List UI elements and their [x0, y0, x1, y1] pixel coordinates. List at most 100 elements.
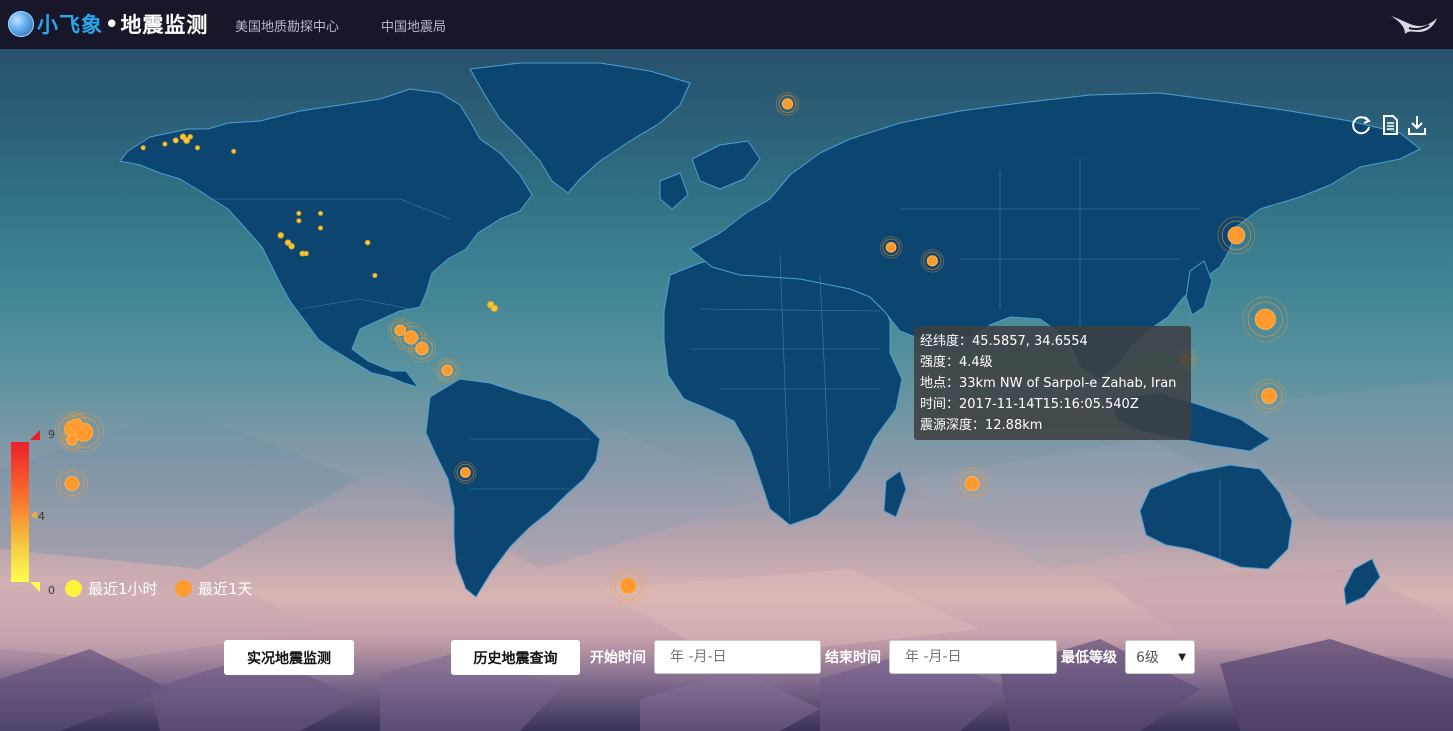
quake-marker[interactable]	[318, 210, 324, 216]
quake-dot[interactable]	[140, 145, 146, 151]
quake-dot[interactable]	[415, 341, 429, 356]
tooltip-magnitude: 强度：4.4级	[920, 355, 993, 370]
quake-marker[interactable]	[1251, 378, 1287, 413]
orange-dot-icon	[175, 580, 192, 597]
quake-marker[interactable]	[277, 232, 284, 239]
quake-dot[interactable]	[64, 475, 80, 492]
tooltip-time: 时间：2017-11-14T15:16:05.540Z	[920, 397, 1139, 412]
quake-marker[interactable]	[288, 243, 295, 250]
legend-last-hour-label: 最近1小时	[88, 580, 158, 598]
quake-dot[interactable]	[303, 250, 309, 257]
yellow-dot-icon	[65, 580, 82, 597]
legend-last-day[interactable]: 最近1天	[175, 578, 253, 599]
quake-dot[interactable]	[172, 137, 179, 144]
scandinavia-landmass	[691, 140, 761, 190]
quake-marker[interactable]	[140, 145, 146, 151]
quake-dot[interactable]	[231, 148, 237, 154]
start-date-label: 开始时间	[590, 650, 646, 666]
quake-marker[interactable]	[956, 467, 989, 500]
brand-name-primary: 小飞象	[37, 13, 103, 37]
document-icon[interactable]	[1379, 114, 1401, 136]
quake-dot[interactable]	[318, 225, 324, 231]
quake-marker[interactable]	[435, 358, 460, 383]
quake-marker[interactable]	[172, 137, 179, 144]
quake-marker[interactable]	[296, 218, 302, 224]
quake-marker[interactable]	[303, 250, 309, 257]
new-zealand-landmass	[1343, 558, 1381, 606]
quake-dot[interactable]	[1260, 387, 1278, 404]
nav-link-cea[interactable]: 中国地震局	[381, 16, 446, 35]
quake-dot[interactable]	[619, 577, 637, 595]
british-isles-landmass	[659, 172, 689, 210]
map-stage: 经纬度：45.5857, 34.6554 强度：4.4级 地点：33km NW …	[0, 49, 1453, 731]
tooltip-coordinates: 经纬度：45.5857, 34.6554	[920, 334, 1088, 349]
quake-dot[interactable]	[296, 218, 302, 224]
live-monitor-button[interactable]: 实况地震监测	[224, 640, 354, 675]
south-america-landmass	[425, 378, 601, 598]
earthquake-tooltip: 经纬度：45.5857, 34.6554 强度：4.4级 地点：33km NW …	[914, 326, 1191, 440]
tooltip-place: 地点：33km NW of Sarpol-e Zahab, Iran	[920, 376, 1177, 391]
legend-last-hour[interactable]: 最近1小时	[65, 578, 158, 599]
scale-mid-label: 4	[38, 510, 45, 523]
brand-name-secondary: 地震监测	[120, 13, 209, 37]
chevron-down-icon: ▼	[1178, 652, 1186, 663]
quake-dot[interactable]	[372, 272, 378, 278]
quake-dot[interactable]	[1254, 308, 1277, 330]
quake-marker[interactable]	[55, 467, 89, 500]
quake-dot[interactable]	[318, 210, 324, 216]
quake-marker[interactable]	[775, 92, 800, 116]
quake-dot[interactable]	[194, 145, 200, 151]
scale-min-handle-icon[interactable]	[30, 582, 40, 592]
quake-marker[interactable]	[490, 304, 499, 312]
legend-last-day-label: 最近1天	[198, 580, 253, 598]
quake-marker[interactable]	[372, 272, 378, 278]
end-date-label: 结束时间	[825, 650, 881, 666]
quake-marker[interactable]	[194, 145, 200, 151]
quake-dot[interactable]	[66, 433, 78, 446]
quake-dot[interactable]	[288, 243, 295, 250]
magnitude-color-scale[interactable]	[11, 442, 29, 582]
quake-dot[interactable]	[885, 241, 897, 253]
quake-marker[interactable]	[296, 210, 302, 216]
quake-marker[interactable]	[318, 225, 324, 231]
quake-marker[interactable]	[231, 148, 237, 154]
quake-dot[interactable]	[781, 98, 794, 110]
brand-separator: •	[105, 12, 119, 36]
quake-dot[interactable]	[162, 141, 168, 147]
site-logo[interactable]: 小飞象 • 地震监测	[8, 9, 208, 39]
north-america-landmass	[119, 88, 533, 388]
nav-link-usgs[interactable]: 美国地质勘探中心	[235, 16, 339, 35]
quake-marker[interactable]	[162, 141, 168, 147]
quake-dot[interactable]	[441, 364, 454, 377]
scale-mid-marker-icon	[30, 511, 37, 519]
min-level-select[interactable]: 6级 ▼	[1125, 640, 1195, 674]
scale-max-handle-icon[interactable]	[30, 430, 40, 440]
quake-dot[interactable]	[926, 255, 938, 267]
quake-marker[interactable]	[610, 567, 647, 604]
quake-dot[interactable]	[277, 232, 284, 239]
download-icon[interactable]	[1406, 114, 1428, 136]
quake-marker[interactable]	[1242, 296, 1289, 343]
quake-dot[interactable]	[364, 239, 371, 246]
min-level-label: 最低等级	[1061, 650, 1117, 666]
bird-logo-icon[interactable]	[1389, 12, 1439, 38]
start-date-input[interactable]	[654, 640, 821, 674]
quake-dot[interactable]	[964, 475, 980, 492]
quake-dot[interactable]	[1227, 226, 1246, 245]
quake-dot[interactable]	[187, 134, 193, 140]
globe-icon	[8, 11, 34, 37]
quake-marker[interactable]	[364, 239, 371, 246]
quake-dot[interactable]	[459, 467, 471, 478]
quake-dot[interactable]	[69, 418, 83, 432]
madagascar-landmass	[883, 470, 907, 518]
tooltip-depth: 震源深度：12.88km	[920, 418, 1043, 433]
quake-dot[interactable]	[490, 304, 499, 312]
quake-dot[interactable]	[403, 330, 419, 345]
quake-marker[interactable]	[187, 134, 193, 140]
continents	[119, 62, 1421, 606]
end-date-input[interactable]	[889, 640, 1057, 674]
world-map[interactable]	[0, 49, 1453, 731]
quake-dot[interactable]	[296, 210, 302, 216]
refresh-icon[interactable]	[1350, 114, 1372, 136]
history-query-button[interactable]: 历史地震查询	[451, 640, 580, 675]
